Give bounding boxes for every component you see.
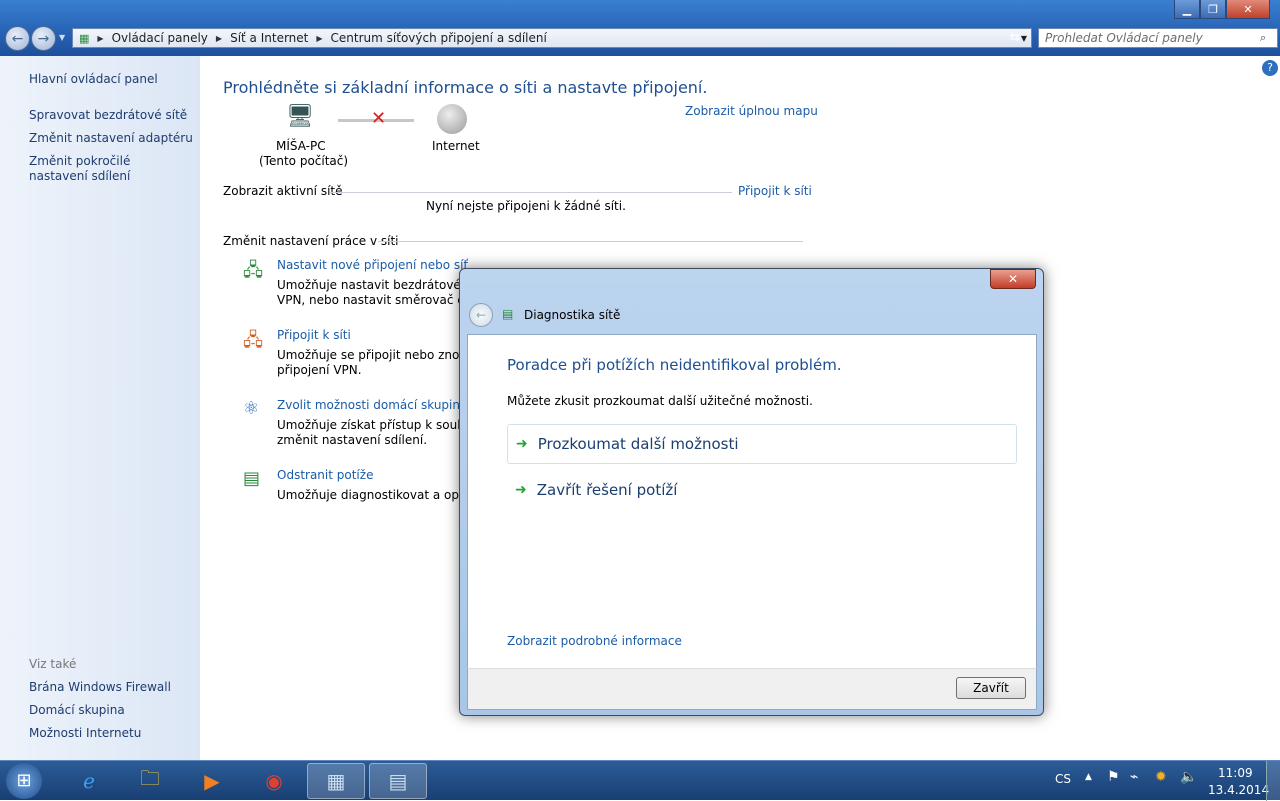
show-desktop-button[interactable] xyxy=(1266,761,1280,801)
globe-icon xyxy=(437,104,467,134)
network-status-icon[interactable]: ✹ xyxy=(1155,769,1167,785)
close-window-button[interactable]: ✕ xyxy=(1226,0,1270,19)
page-title: Prohlédněte si základní informace o síti… xyxy=(223,78,708,97)
troubleshoot-icon: ▤ xyxy=(243,468,261,489)
search-input[interactable]: Prohledat Ovládací panely xyxy=(1038,28,1278,48)
dialog-subtext: Můžete zkusit prozkoumat další užitečné … xyxy=(507,394,813,408)
address-bar[interactable]: ▦ ▶ Ovládací panely ▶ Síť a Internet ▶ Cent… xyxy=(72,28,1032,48)
connect-icon: 🖧 xyxy=(243,330,264,351)
internet-label: Internet xyxy=(432,139,480,153)
taskbar-explorer[interactable]: 🗀 xyxy=(121,763,179,799)
taskbar-diagnostics[interactable]: ▤ xyxy=(369,763,427,799)
task-desc: Umožňuje diagnostikovat a opravit xyxy=(277,488,487,502)
taskbar: ⊞ ℯ 🗀 ▶ ◉ ▦ ▤ CS ▲ ⚑ ⌁ ✹ 🔈 11:09 13.4.20… xyxy=(0,760,1280,801)
sidebar-adapter[interactable]: Změnit nastavení adaptéru xyxy=(29,131,193,145)
forward-button[interactable]: → xyxy=(31,26,56,51)
address-dropdown-icon[interactable]: ▼ xyxy=(1021,34,1027,43)
recent-pages-dropdown[interactable]: ▼ xyxy=(59,33,65,42)
task-homegroup[interactable]: Zvolit možnosti domácí skupiny a xyxy=(277,398,478,412)
start-button[interactable]: ⊞ xyxy=(6,763,42,799)
dialog-back-button[interactable]: ← xyxy=(469,303,493,327)
close-button[interactable]: Zavřít xyxy=(956,677,1026,699)
see-also-heading: Viz také xyxy=(29,657,77,671)
connect-network-link[interactable]: Připojit k síti xyxy=(738,184,812,198)
sidebar-home[interactable]: Hlavní ovládací panel xyxy=(29,72,158,86)
dialog-title: Diagnostika sítě xyxy=(524,308,621,322)
sidebar-internet-options[interactable]: Možnosti Internetu xyxy=(29,726,141,740)
task-troubleshoot[interactable]: Odstranit potíže xyxy=(277,468,373,482)
task-desc: připojení VPN. xyxy=(277,363,362,377)
option-label: Prozkoumat další možnosti xyxy=(537,435,739,453)
dialog-footer: Zavřít xyxy=(467,668,1037,710)
dialog-heading: Poradce při potížích neidentifikoval pro… xyxy=(507,356,842,374)
new-connection-icon: 🖧 xyxy=(243,260,264,281)
explore-options-button[interactable]: ➜ Prozkoumat další možnosti xyxy=(507,424,1017,464)
taskbar-ie[interactable]: ℯ xyxy=(60,763,118,799)
pc-name: MÍŠA-PC xyxy=(276,139,326,153)
power-icon[interactable]: ⌁ xyxy=(1130,769,1138,785)
close-troubleshooter-button[interactable]: ➜ Zavřít řešení potíží xyxy=(507,470,1017,510)
task-desc: změnit nastavení sdílení. xyxy=(277,433,428,447)
active-networks-heading: Zobrazit aktivní sítě xyxy=(223,184,343,198)
clock-time[interactable]: 11:09 xyxy=(1218,766,1253,780)
green-arrow-icon: ➜ xyxy=(516,436,528,452)
disconnected-x-icon[interactable]: ✕ xyxy=(371,108,386,129)
breadcrumb-control-panel[interactable]: Ovládací panely xyxy=(112,31,208,45)
view-details-link[interactable]: Zobrazit podrobné informace xyxy=(507,634,682,648)
computer-icon: 🖥 xyxy=(286,104,314,129)
control-panel-icon: ▦ xyxy=(79,31,90,45)
maximize-button[interactable]: ❐ xyxy=(1200,0,1226,19)
task-desc: Umožňuje se připojit nebo znovu p xyxy=(277,348,486,362)
task-desc: Umožňuje získat přístup k souborů xyxy=(277,418,485,432)
taskbar-chrome[interactable]: ◉ xyxy=(245,763,303,799)
volume-icon[interactable]: 🔈 xyxy=(1180,769,1197,785)
task-connect[interactable]: Připojit k síti xyxy=(277,328,351,342)
pc-subtitle: (Tento počítač) xyxy=(259,154,349,168)
sidebar: Hlavní ovládací panel Spravovat bezdráto… xyxy=(0,56,200,760)
taskbar-control-panel[interactable]: ▦ xyxy=(307,763,365,799)
sidebar-wireless[interactable]: Spravovat bezdrátové sítě xyxy=(29,108,187,122)
dialog-close-x[interactable]: ✕ xyxy=(990,269,1036,289)
dialog-content: Poradce při potížích neidentifikoval pro… xyxy=(467,334,1037,669)
refresh-icon[interactable]: ⇆ xyxy=(1010,30,1020,44)
task-new-connection[interactable]: Nastavit nové připojení nebo síť xyxy=(277,258,468,272)
help-icon[interactable]: ? xyxy=(1262,60,1278,76)
clock-date[interactable]: 13.4.2014 xyxy=(1208,783,1269,797)
full-map-link[interactable]: Zobrazit úplnou mapu xyxy=(685,104,818,118)
diagnostics-icon: ▤ xyxy=(502,307,514,321)
green-arrow-icon: ➜ xyxy=(515,482,527,498)
show-hidden-icons[interactable]: ▲ xyxy=(1085,772,1092,782)
option-label: Zavřít řešení potíží xyxy=(536,481,678,499)
sidebar-homegroup[interactable]: Domácí skupina xyxy=(29,703,125,717)
sidebar-firewall[interactable]: Brána Windows Firewall xyxy=(29,680,171,694)
back-button[interactable]: ← xyxy=(5,26,30,51)
breadcrumb-network-center[interactable]: Centrum síťových připojení a sdílení xyxy=(331,31,547,45)
sidebar-sharing[interactable]: Změnit pokročilé nastavení sdílení xyxy=(29,154,189,184)
language-indicator[interactable]: CS xyxy=(1055,772,1071,786)
no-network-text: Nyní nejste připojeni k žádné síti. xyxy=(426,199,626,213)
minimize-button[interactable]: ▁ xyxy=(1174,0,1200,19)
action-center-flag-icon[interactable]: ⚑ xyxy=(1107,769,1120,785)
homegroup-icon: ⚛ xyxy=(243,398,260,419)
change-settings-heading: Změnit nastavení práce v síti xyxy=(223,234,399,248)
search-icon[interactable]: ⌕ xyxy=(1260,31,1266,45)
taskbar-media-player[interactable]: ▶ xyxy=(183,763,241,799)
network-diagnostics-dialog: ✕ ← ▤ Diagnostika sítě Poradce při potíž… xyxy=(459,268,1044,716)
breadcrumb-network-internet[interactable]: Síť a Internet xyxy=(230,31,308,45)
